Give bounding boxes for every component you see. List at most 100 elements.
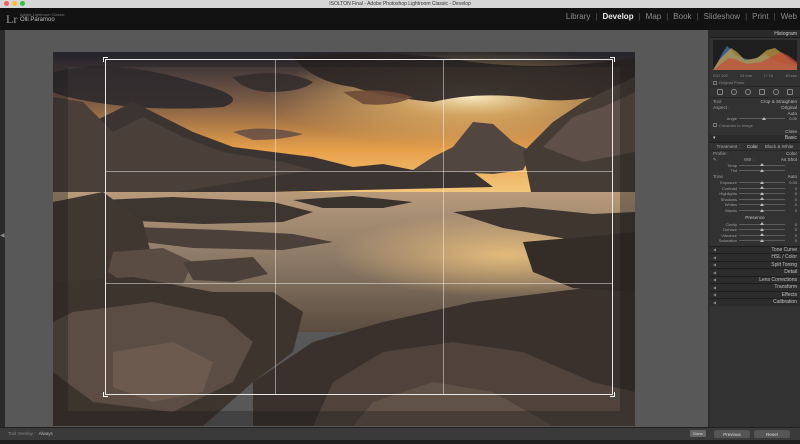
histogram-panel-header[interactable]: Histogram — [710, 30, 800, 38]
module-web[interactable]: Web — [778, 12, 800, 21]
highlights-slider[interactable] — [739, 191, 785, 195]
original-photo-row[interactable]: Original Photo — [710, 79, 800, 86]
treatment-color[interactable]: Color — [747, 144, 758, 149]
slider-knob[interactable] — [760, 163, 764, 167]
vibrance-slider[interactable] — [739, 233, 785, 237]
image-canvas[interactable] — [5, 30, 708, 427]
close-tool-button[interactable]: Close — [785, 129, 797, 134]
panel-title: HSL / Color — [771, 254, 797, 261]
slider-knob[interactable] — [760, 233, 764, 237]
dehaze-label: Dehaze — [723, 227, 737, 233]
slider-knob[interactable] — [760, 222, 764, 226]
panel-lens-corrections[interactable]: ◀ Lens Corrections — [710, 275, 800, 284]
panel-effects[interactable]: ◀ Effects — [710, 290, 800, 299]
profile-dropdown[interactable]: Color — [786, 151, 797, 156]
graduated-filter-icon[interactable] — [759, 89, 765, 95]
constrain-row[interactable]: Constrain to Image — [710, 122, 800, 129]
aperture-readout: f / 16 — [764, 73, 774, 78]
saturation-slider[interactable] — [739, 238, 785, 242]
module-print[interactable]: Print — [749, 12, 771, 21]
window-titlebar: ISOLTON Final - Adobe Photoshop Lightroo… — [0, 0, 800, 8]
done-button[interactable]: Done — [690, 430, 706, 437]
expand-triangle-icon: ◀ — [713, 254, 717, 260]
camera-info: ISO 100 24 mm f / 16 30 sec — [710, 72, 800, 79]
panel-transform[interactable]: ◀ Transform — [710, 283, 800, 291]
blacks-label: Blacks — [725, 208, 737, 214]
panel-tone-curve[interactable]: ◀ Tone Curve — [710, 245, 800, 254]
temp-slider[interactable] — [739, 163, 785, 167]
angle-value: 0.00 — [789, 116, 797, 122]
photo-preview[interactable] — [53, 52, 635, 426]
iso-readout: ISO 100 — [713, 73, 728, 78]
slider-knob[interactable] — [760, 227, 764, 231]
highlights-label: Highlights — [719, 191, 737, 197]
temp-label: Temp — [727, 162, 737, 168]
radial-filter-icon[interactable] — [773, 89, 779, 95]
tone-auto-button[interactable]: Auto — [788, 174, 797, 179]
tool-label: Tool — [713, 98, 722, 104]
exposure-value: 0.00 — [789, 180, 797, 186]
wb-dropdown[interactable]: As Shot — [781, 157, 797, 162]
slider-knob[interactable] — [760, 168, 764, 172]
saturation-slider-row[interactable]: Saturation 0 — [710, 238, 800, 244]
eyedropper-icon[interactable]: ✎ — [713, 157, 717, 163]
slider-knob[interactable] — [760, 191, 764, 195]
previous-button[interactable]: Previous — [714, 430, 750, 438]
vibrance-label: Vibrance — [721, 232, 737, 238]
panel-calibration[interactable]: ◀ Calibration — [710, 298, 800, 306]
expand-triangle-icon: ◀ — [713, 247, 717, 253]
aspect-dropdown[interactable]: Original — [781, 105, 797, 110]
module-library[interactable]: Library — [563, 12, 593, 21]
slider-knob[interactable] — [760, 186, 764, 190]
blacks-slider[interactable] — [739, 208, 785, 212]
slider-knob[interactable] — [760, 208, 764, 212]
focal-readout: 24 mm — [739, 73, 753, 78]
module-slideshow[interactable]: Slideshow — [701, 12, 743, 21]
panel-split-toning[interactable]: ◀ Split Toning — [710, 260, 800, 269]
dehaze-slider[interactable] — [739, 227, 785, 231]
collapsed-panels: ◀ Tone Curve ◀ HSL / Color ◀ Split Toning ◀ Det… — [710, 245, 800, 306]
slider-knob[interactable] — [760, 180, 764, 184]
tool-overlay-control[interactable]: Tool Overlay : Always — [8, 431, 53, 436]
crop-tool-icon[interactable] — [717, 89, 723, 95]
auto-straighten-button[interactable]: Auto — [788, 111, 797, 116]
tone-sliders: Exposure 0.00 Contrast 0 Highlights 0 Shadows 0… — [710, 180, 800, 214]
module-develop[interactable]: Develop — [599, 12, 636, 21]
basic-panel-header[interactable]: ▾ Basic — [710, 134, 800, 143]
panel-detail[interactable]: ◀ Detail — [710, 268, 800, 276]
module-book[interactable]: Book — [670, 12, 694, 21]
reset-button[interactable]: Reset — [754, 430, 790, 438]
shadows-label: Shadows — [720, 196, 737, 202]
exposure-slider[interactable] — [739, 180, 785, 184]
clarity-slider[interactable] — [739, 222, 785, 226]
identity-name: Olli Paramoo — [20, 17, 55, 23]
original-photo-checkbox[interactable] — [713, 80, 717, 85]
lightroom-logo: Lr — [6, 12, 18, 26]
constrain-checkbox[interactable] — [713, 123, 717, 128]
treatment-row: Treatment : Color Black & White — [710, 143, 800, 151]
tool-overlay-value[interactable]: Always — [36, 431, 53, 436]
histogram-graph — [713, 46, 797, 70]
red-eye-icon[interactable] — [745, 89, 751, 95]
shadows-slider[interactable] — [739, 197, 785, 201]
panel-title: Split Toning — [771, 261, 797, 268]
panel-hsl-color[interactable]: ◀ HSL / Color — [710, 253, 800, 261]
spot-removal-icon[interactable] — [731, 89, 737, 95]
right-panel: Histogram ISO 100 24 mm f / 16 30 sec Or… — [710, 30, 800, 427]
slider-knob[interactable] — [760, 202, 764, 206]
clarity-label: Clarity — [725, 221, 737, 227]
contrast-slider[interactable] — [739, 186, 785, 190]
shadows-value: 0 — [794, 196, 797, 202]
slider-knob[interactable] — [760, 238, 764, 242]
slider-knob[interactable] — [760, 197, 764, 201]
module-map[interactable]: Map — [643, 12, 665, 21]
adjustment-brush-icon[interactable] — [787, 89, 793, 95]
tint-slider[interactable] — [739, 168, 785, 172]
angle-label: Angle — [726, 116, 737, 122]
left-panel-toggle-icon[interactable]: ◀ — [0, 232, 5, 239]
window-title: ISOLTON Final - Adobe Photoshop Lightroo… — [329, 1, 471, 7]
treatment-bw[interactable]: Black & White — [765, 144, 794, 149]
wb-sliders: Temp Tint — [710, 163, 800, 174]
angle-slider[interactable] — [739, 116, 785, 120]
whites-slider[interactable] — [739, 202, 785, 206]
